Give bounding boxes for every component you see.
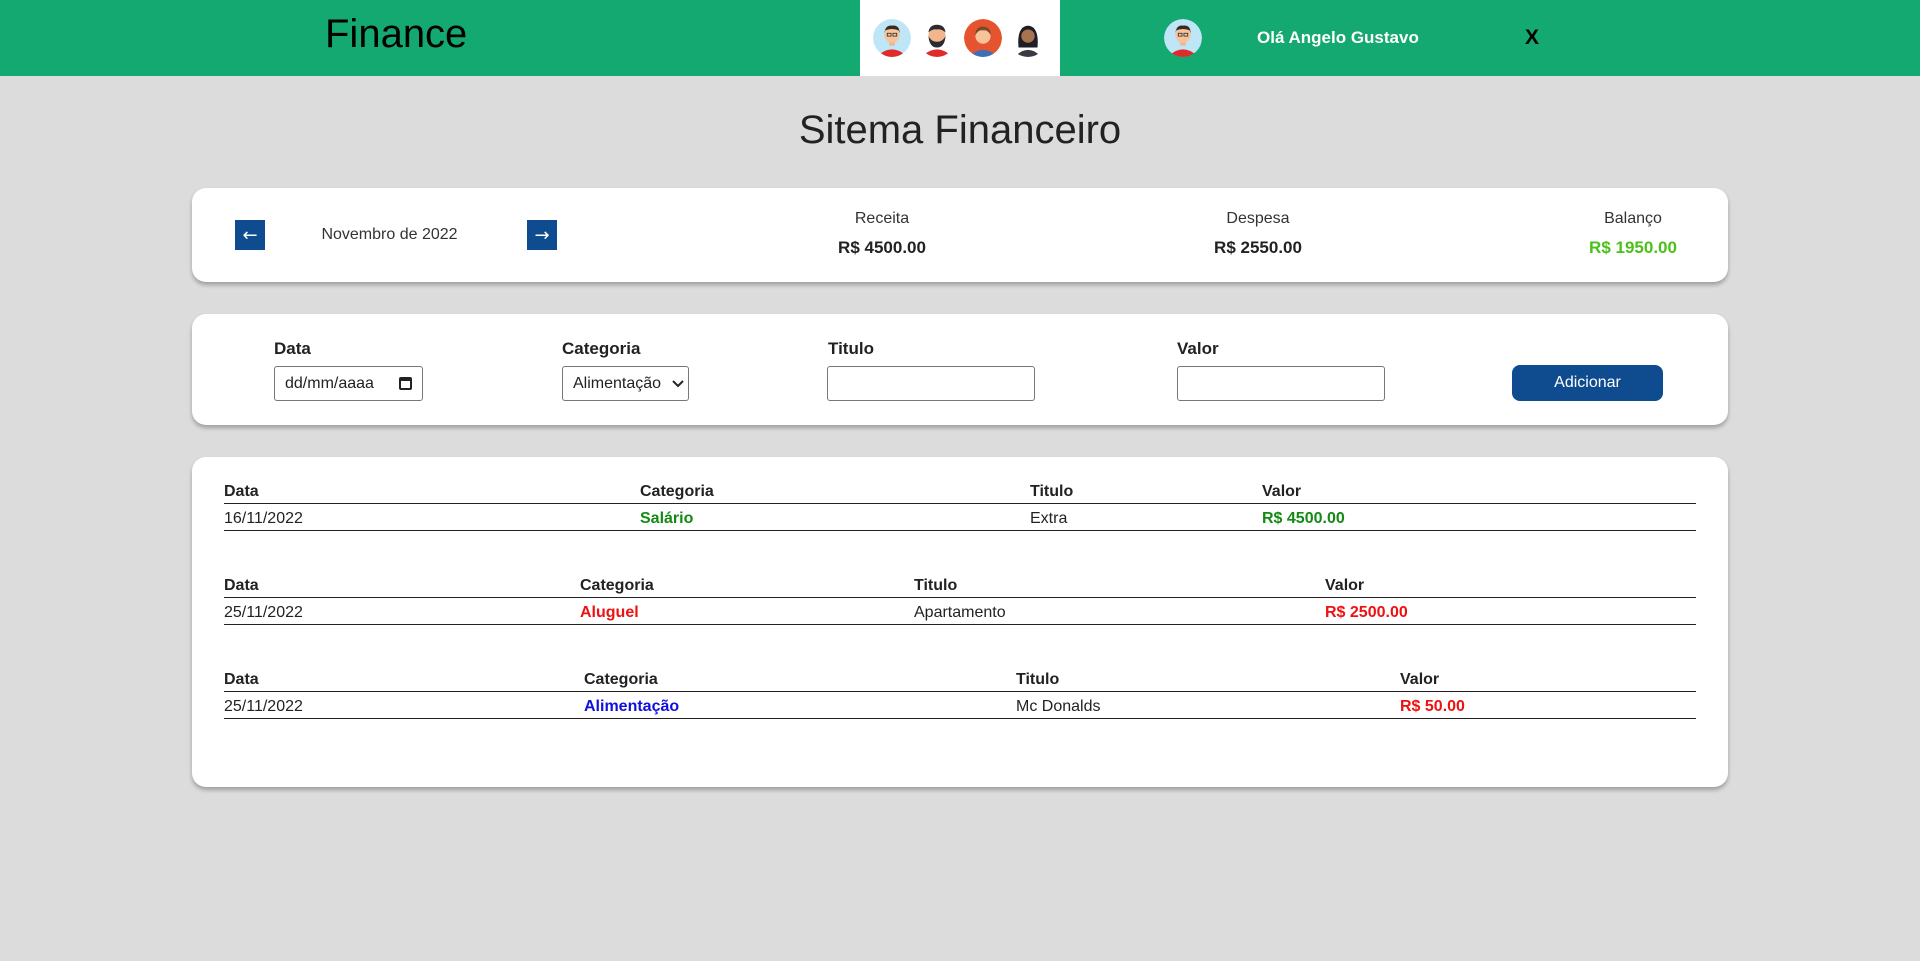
valor-input[interactable] [1177,366,1385,401]
titulo-field-label: Titulo [828,339,874,358]
transaction-table: Data Categoria Titulo Valor 16/11/2022 S… [224,477,1696,531]
close-button[interactable]: X [1525,26,1539,50]
table-header: Data Categoria Titulo Valor [224,665,1696,692]
row-titulo: Mc Donalds [1016,698,1101,715]
row-valor: R$ 50.00 [1400,698,1465,715]
stat-balanco: Balanço R$ 1950.00 [1523,210,1743,258]
table-header: Data Categoria Titulo Valor [224,571,1696,598]
next-month-button[interactable]: → [527,220,557,250]
row-data: 16/11/2022 [224,510,303,527]
header-data: Data [224,483,259,500]
categoria-field-label: Categoria [562,339,641,358]
despesa-value: R$ 2550.00 [1214,238,1302,257]
avatar-woman-icon[interactable] [963,19,1002,57]
calendar-icon[interactable] [399,377,412,390]
date-input[interactable]: dd/mm/aaaa [274,366,423,401]
table-row: 25/11/2022 Alimentação Mc Donalds R$ 50.… [224,692,1696,719]
row-titulo: Extra [1030,510,1068,527]
transaction-table: Data Categoria Titulo Valor 25/11/2022 A… [224,665,1696,719]
avatar-dark-icon[interactable] [1008,19,1047,57]
data-field-label: Data [274,339,311,358]
page-title: Sitema Financeiro [798,108,1122,152]
header-categoria: Categoria [580,577,654,594]
prev-month-button[interactable]: ← [235,220,265,250]
avatar-selector [860,0,1060,76]
row-valor: R$ 4500.00 [1262,510,1345,527]
receita-value: R$ 4500.00 [838,238,926,257]
date-placeholder: dd/mm/aaaa [285,374,374,392]
user-avatar [1164,19,1202,57]
header-data: Data [224,577,259,594]
balanco-value: R$ 1950.00 [1589,238,1677,257]
add-transaction-form: Data dd/mm/aaaa Categoria Alimentação Ti… [192,314,1728,425]
row-categoria: Salário [640,510,694,527]
header-data: Data [224,671,259,688]
arrow-right-icon: → [534,224,550,246]
arrow-left-icon: ← [242,224,258,246]
row-categoria: Alimentação [584,698,680,715]
header-titulo: Titulo [914,577,958,594]
brand-title: Finance [325,12,468,56]
chevron-down-icon [672,379,684,387]
categoria-select[interactable]: Alimentação [562,366,689,401]
transaction-table: Data Categoria Titulo Valor 25/11/2022 A… [224,571,1696,625]
add-button[interactable]: Adicionar [1512,365,1663,401]
despesa-label: Despesa [1226,210,1290,227]
avatar-red-shirt-icon[interactable] [873,19,912,57]
titulo-input[interactable] [827,366,1035,401]
header-valor: Valor [1325,577,1365,594]
table-row: 25/11/2022 Aluguel Apartamento R$ 2500.0… [224,598,1696,625]
header-valor: Valor [1262,483,1302,500]
table-row: 16/11/2022 Salário Extra R$ 4500.00 [224,504,1696,531]
row-titulo: Apartamento [914,604,1006,621]
receita-label: Receita [854,210,910,227]
header-categoria: Categoria [584,671,658,688]
table-header: Data Categoria Titulo Valor [224,477,1696,504]
header-valor: Valor [1400,671,1440,688]
row-data: 25/11/2022 [224,698,303,715]
avatar-bearded-icon[interactable] [918,19,957,57]
row-categoria: Aluguel [580,604,639,621]
row-valor: R$ 2500.00 [1325,604,1408,621]
stat-receita: Receita R$ 4500.00 [772,210,992,258]
row-data: 25/11/2022 [224,604,303,621]
stat-despesa: Despesa R$ 2550.00 [1148,210,1368,258]
header-titulo: Titulo [1016,671,1060,688]
header-titulo: Titulo [1030,483,1074,500]
valor-field-label: Valor [1177,339,1219,358]
header-categoria: Categoria [640,483,714,500]
current-month: Novembro de 2022 [321,226,458,243]
user-greeting: Olá Angelo Gustavo [1257,28,1419,47]
top-bar: Finance Olá Angelo Gustavo X [0,0,1920,76]
summary-card: ← Novembro de 2022 → Receita R$ 4500.00 … [192,188,1728,282]
transactions-card: Data Categoria Titulo Valor 16/11/2022 S… [192,457,1728,787]
balanco-label: Balanço [1604,210,1662,227]
categoria-selected: Alimentação [573,374,662,392]
